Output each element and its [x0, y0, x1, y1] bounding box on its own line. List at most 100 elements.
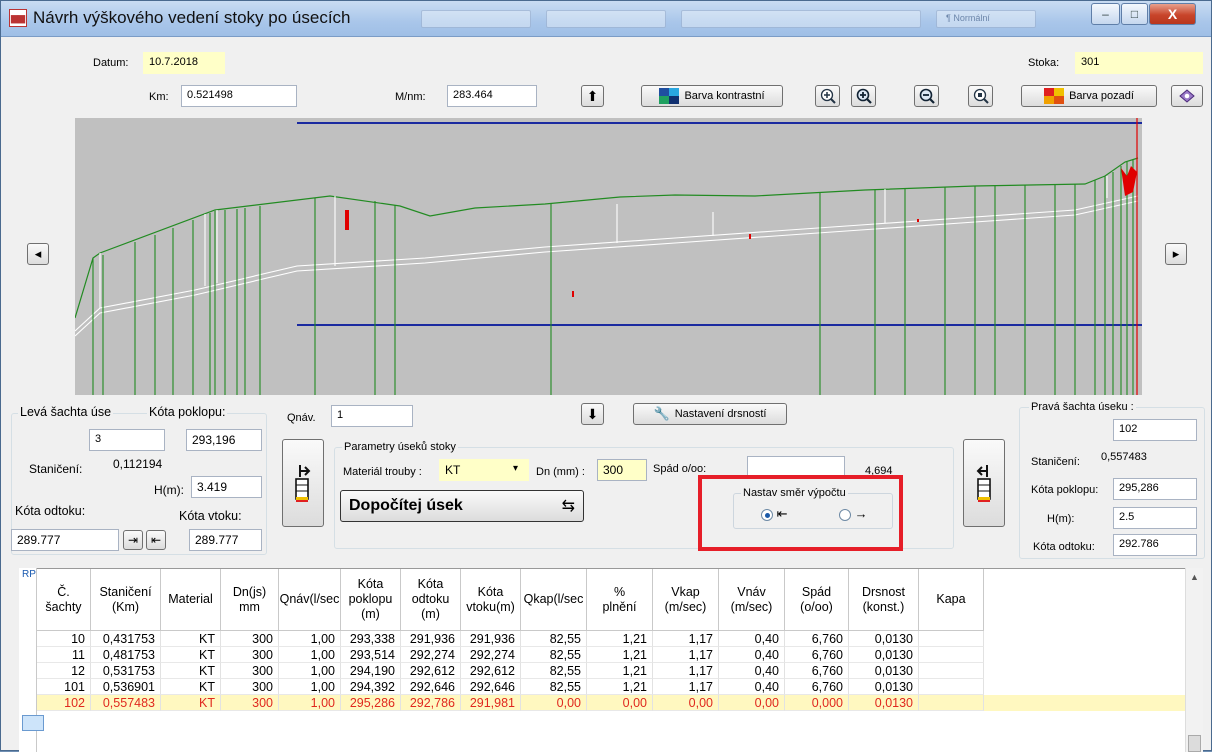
table-cell[interactable]: [919, 631, 984, 647]
table-cell[interactable]: 101: [37, 679, 91, 695]
table-cell[interactable]: 292,612: [461, 663, 521, 679]
column-header[interactable]: % plnění: [587, 569, 653, 631]
column-header[interactable]: Vkap (m/sec): [653, 569, 719, 631]
table-cell[interactable]: 1,21: [587, 663, 653, 679]
right-kota-poklopu-field[interactable]: 295,286: [1113, 478, 1197, 500]
table-cell[interactable]: 1,00: [279, 663, 341, 679]
table-cell[interactable]: 0,00: [587, 695, 653, 711]
table-cell[interactable]: 0,40: [719, 679, 785, 695]
table-cell[interactable]: 0,40: [719, 647, 785, 663]
table-cell[interactable]: 0,0130: [849, 695, 919, 711]
table-cell[interactable]: 6,760: [785, 679, 849, 695]
table-cell[interactable]: [919, 647, 984, 663]
table-row[interactable]: 102 0,557483 KT 300 1,00 295,286 292,786 291,98…: [37, 695, 1203, 711]
left-shaft-number-field[interactable]: 3: [89, 429, 165, 451]
scroll-down-button[interactable]: ⬇: [581, 403, 604, 425]
table-cell[interactable]: 0,557483: [91, 695, 161, 711]
table-cell[interactable]: 292,274: [461, 647, 521, 663]
table-cell[interactable]: KT: [161, 663, 221, 679]
table-cell[interactable]: KT: [161, 679, 221, 695]
table-cell[interactable]: 1,21: [587, 679, 653, 695]
zoom-out-button[interactable]: [914, 85, 939, 107]
table-cell[interactable]: 291,936: [461, 631, 521, 647]
table-cell[interactable]: 1,21: [587, 631, 653, 647]
mnm-field[interactable]: 283.464: [447, 85, 537, 107]
column-header[interactable]: Drsnost (konst.): [849, 569, 919, 631]
table-cell[interactable]: 82,55: [521, 631, 587, 647]
table-cell[interactable]: 6,760: [785, 663, 849, 679]
table-cell[interactable]: 0,536901: [91, 679, 161, 695]
table-cell[interactable]: 292,274: [401, 647, 461, 663]
move-left-shaft-button[interactable]: [282, 439, 324, 527]
table-cell[interactable]: 300: [221, 631, 279, 647]
table-cell[interactable]: 1,21: [587, 647, 653, 663]
table-cell[interactable]: 12: [37, 663, 91, 679]
table-cell[interactable]: 0,00: [653, 695, 719, 711]
scrollbar-thumb[interactable]: [1188, 735, 1201, 752]
table-row[interactable]: 101 0,536901 KT 300 1,00 294,392 292,646 292,64…: [37, 679, 1203, 695]
barva-pozadi-button[interactable]: Barva pozadí: [1021, 85, 1157, 107]
km-field[interactable]: 0.521498: [181, 85, 297, 107]
table-cell[interactable]: 295,286: [341, 695, 401, 711]
barva-kontrastni-button[interactable]: Barva kontrastní: [641, 85, 783, 107]
scroll-left-button[interactable]: ◂: [27, 243, 49, 265]
table-cell[interactable]: [919, 695, 984, 711]
column-header[interactable]: Kóta poklopu (m): [341, 569, 401, 631]
table-cell[interactable]: 300: [221, 679, 279, 695]
table-cell[interactable]: 300: [221, 663, 279, 679]
table-cell[interactable]: 11: [37, 647, 91, 663]
table-cell[interactable]: 1,00: [279, 695, 341, 711]
table-cell[interactable]: 294,190: [341, 663, 401, 679]
maximize-button[interactable]: □: [1121, 3, 1148, 25]
table-cell[interactable]: 0,40: [719, 663, 785, 679]
copy-right-button[interactable]: ⇥: [123, 530, 143, 550]
table-row[interactable]: 12 0,531753 KT 300 1,00 294,190 292,612 292,612…: [37, 663, 1203, 679]
help-button[interactable]: [1171, 85, 1203, 107]
table-cell[interactable]: 6,760: [785, 631, 849, 647]
table-cell[interactable]: 291,936: [401, 631, 461, 647]
material-dropdown-icon[interactable]: ▾: [513, 463, 518, 474]
table-cell[interactable]: KT: [161, 647, 221, 663]
table-cell[interactable]: 1,17: [653, 647, 719, 663]
qnav-field[interactable]: 1: [331, 405, 413, 427]
table-cell[interactable]: KT: [161, 695, 221, 711]
table-cell[interactable]: [919, 679, 984, 695]
table-cell[interactable]: 0,00: [719, 695, 785, 711]
left-h-field[interactable]: 3.419: [191, 476, 262, 498]
table-cell[interactable]: 0,481753: [91, 647, 161, 663]
scroll-up-arrow-icon[interactable]: ▲: [1190, 572, 1199, 582]
table-cell[interactable]: 82,55: [521, 663, 587, 679]
zoom-in-button[interactable]: [815, 85, 840, 107]
table-cell[interactable]: 6,760: [785, 647, 849, 663]
column-header[interactable]: Staničení (Km): [91, 569, 161, 631]
profile-chart[interactable]: [74, 118, 1142, 395]
zoom-fit-button[interactable]: [968, 85, 993, 107]
scroll-up-button[interactable]: ⬆: [581, 85, 604, 107]
table-cell[interactable]: 82,55: [521, 647, 587, 663]
right-shaft-number-field[interactable]: 102: [1113, 419, 1197, 441]
current-row-marker[interactable]: [22, 715, 44, 731]
table-vertical-scrollbar[interactable]: ▲: [1185, 568, 1203, 752]
right-kota-odtoku-field[interactable]: 292.786: [1113, 534, 1197, 556]
table-cell[interactable]: 292,646: [401, 679, 461, 695]
table-cell[interactable]: 293,514: [341, 647, 401, 663]
table-cell[interactable]: 0,0130: [849, 679, 919, 695]
column-header[interactable]: Vnáv (m/sec): [719, 569, 785, 631]
copy-left-button[interactable]: ⇤: [146, 530, 166, 550]
column-header[interactable]: Qkap(l/sec: [521, 569, 587, 631]
nastaveni-drsnosti-button[interactable]: 🔧 Nastavení drsností: [633, 403, 787, 425]
table-cell[interactable]: 1,00: [279, 631, 341, 647]
close-button[interactable]: X: [1149, 3, 1196, 25]
table-cell[interactable]: 293,338: [341, 631, 401, 647]
dn-field[interactable]: 300: [597, 459, 647, 481]
table-cell[interactable]: 0,00: [521, 695, 587, 711]
table-row[interactable]: 11 0,481753 KT 300 1,00 293,514 292,274 292,274…: [37, 647, 1203, 663]
table-cell[interactable]: 0,000: [785, 695, 849, 711]
table-cell[interactable]: 102: [37, 695, 91, 711]
left-kota-vtoku-field[interactable]: 289.777: [189, 529, 262, 551]
table-cell[interactable]: 0,40: [719, 631, 785, 647]
table-cell[interactable]: 1,17: [653, 631, 719, 647]
table-cell[interactable]: 294,392: [341, 679, 401, 695]
table-cell[interactable]: 292,612: [401, 663, 461, 679]
column-header[interactable]: Kóta vtoku(m): [461, 569, 521, 631]
